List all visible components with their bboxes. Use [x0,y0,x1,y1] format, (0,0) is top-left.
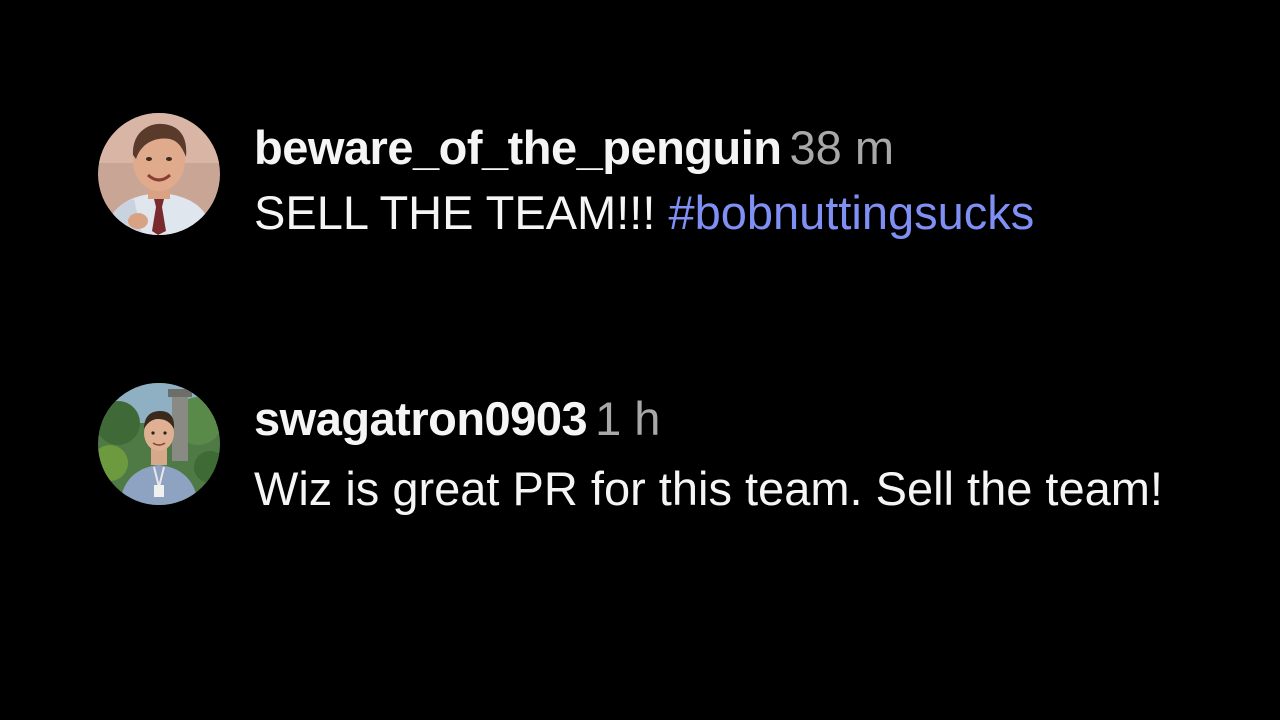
hashtag-link[interactable]: #bobnuttingsucks [668,186,1034,239]
user-avatar-icon [98,113,220,235]
user-avatar-icon [98,383,220,505]
comment-body: beware_of_the_penguin 38 m SELL THE TEAM!… [254,113,1264,247]
avatar[interactable] [98,383,220,505]
comment-message: SELL THE TEAM!!! [254,186,656,239]
timestamp: 1 h [595,392,661,445]
comments-view: beware_of_the_penguin 38 m SELL THE TEAM!… [0,0,1280,720]
username[interactable]: swagatron0903 [254,392,588,445]
comment-text: Wiz is great PR for this team. Sell the … [254,455,1194,523]
timestamp: 38 m [789,121,895,174]
comment-text: SELL THE TEAM!!! #bobnuttingsucks [254,179,1194,247]
avatar[interactable] [98,113,220,235]
comment-item: beware_of_the_penguin 38 m SELL THE TEAM!… [98,113,1264,247]
username[interactable]: beware_of_the_penguin [254,121,782,174]
comment-message: Wiz is great PR for this team. Sell the … [254,462,1163,515]
comment-header: swagatron0903 1 h [254,390,1264,448]
comment-header: beware_of_the_penguin 38 m [254,119,1264,177]
comment-item: swagatron0903 1 h Wiz is great PR for thi… [98,383,1264,523]
comment-body: swagatron0903 1 h Wiz is great PR for thi… [254,383,1264,523]
